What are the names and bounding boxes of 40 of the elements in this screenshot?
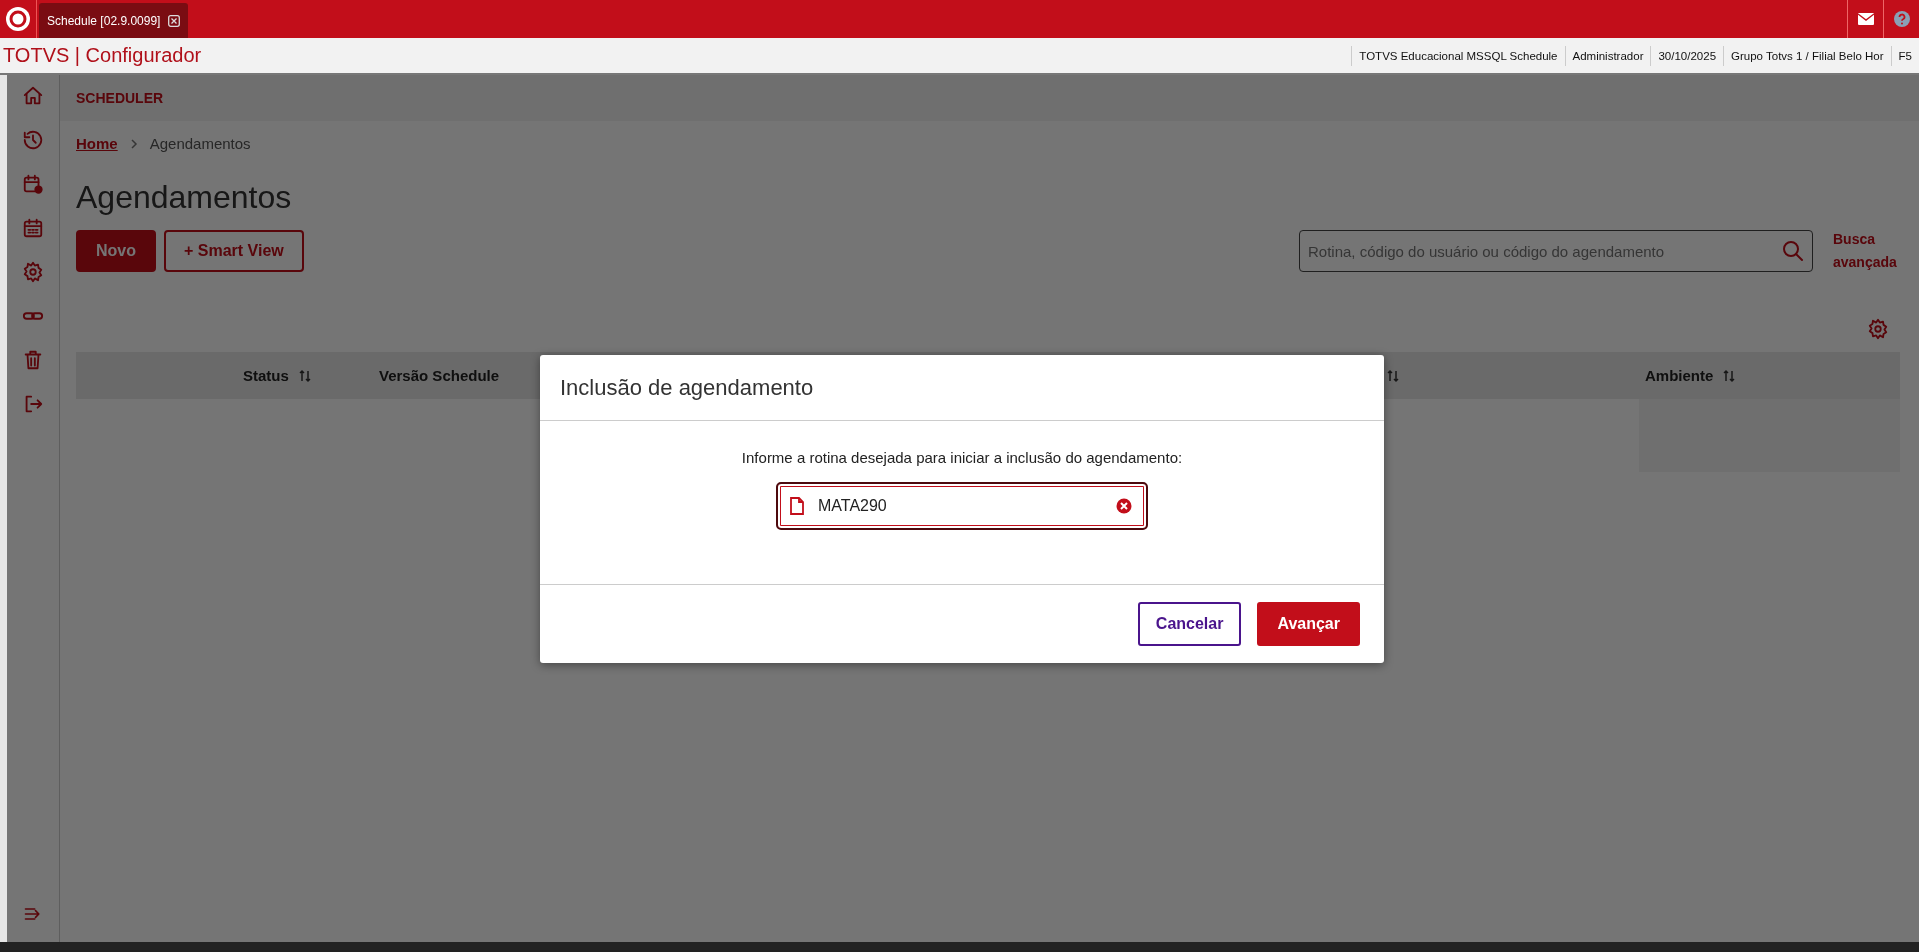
status-info: F5: [1890, 45, 1919, 66]
next-button[interactable]: Avançar: [1257, 602, 1360, 646]
close-icon[interactable]: [168, 14, 181, 27]
search-icon[interactable]: [1781, 239, 1805, 263]
settings-icon[interactable]: [1867, 318, 1889, 340]
home-icon[interactable]: [22, 85, 44, 107]
sort-icon[interactable]: [1723, 368, 1736, 383]
clear-icon[interactable]: [1116, 498, 1132, 514]
mail-icon: [1857, 13, 1874, 25]
sort-icon[interactable]: [298, 368, 311, 383]
app-title: TOTVS | Configurador: [2, 44, 202, 67]
breadcrumb-current: Agendamentos: [149, 135, 251, 152]
column-header[interactable]: Ambiente: [1645, 367, 1714, 384]
new-button[interactable]: Novo: [76, 230, 156, 272]
status-info: 30/10/2025: [1650, 45, 1724, 66]
sort-icon[interactable]: [1387, 368, 1399, 383]
logo-icon[interactable]: [5, 6, 31, 32]
document-icon: [790, 497, 804, 515]
app-tab[interactable]: Schedule [02.9.0099]: [39, 3, 189, 38]
history-icon[interactable]: [22, 129, 44, 151]
trash-icon[interactable]: [22, 349, 44, 371]
help-icon: [1892, 10, 1911, 28]
routine-field[interactable]: MATA290: [776, 482, 1148, 530]
cancel-button[interactable]: Cancelar: [1137, 602, 1242, 646]
chevron-icon: [129, 137, 138, 150]
advanced-search-link[interactable]: Busca avançada: [1833, 228, 1903, 274]
column-header[interactable]: Versão Schedule: [379, 367, 500, 384]
status-info: Grupo Totvs 1 / Filial Belo Hor: [1723, 45, 1891, 66]
calendar-icon[interactable]: [22, 217, 44, 239]
breadcrumb-link[interactable]: Home: [76, 135, 118, 152]
status-info: Administrador: [1564, 45, 1651, 66]
settings-icon[interactable]: [22, 261, 44, 283]
status-info: TOTVS Educacional MSSQL Schedule: [1351, 45, 1565, 66]
search-field[interactable]: Rotina, código do usuário ou código do agendamento: [1299, 230, 1813, 272]
smart-view-button[interactable]: + Smart View: [164, 230, 304, 272]
section-title: SCHEDULER: [76, 90, 164, 106]
dialog-title: Inclusão de agendamento: [560, 374, 814, 401]
column-header[interactable]: Status: [243, 367, 289, 384]
page-title: Agendamentos: [76, 179, 293, 216]
dialog-prompt: Informe a rotina desejada para iniciar a inclusão do agendamento:: [741, 449, 1183, 466]
